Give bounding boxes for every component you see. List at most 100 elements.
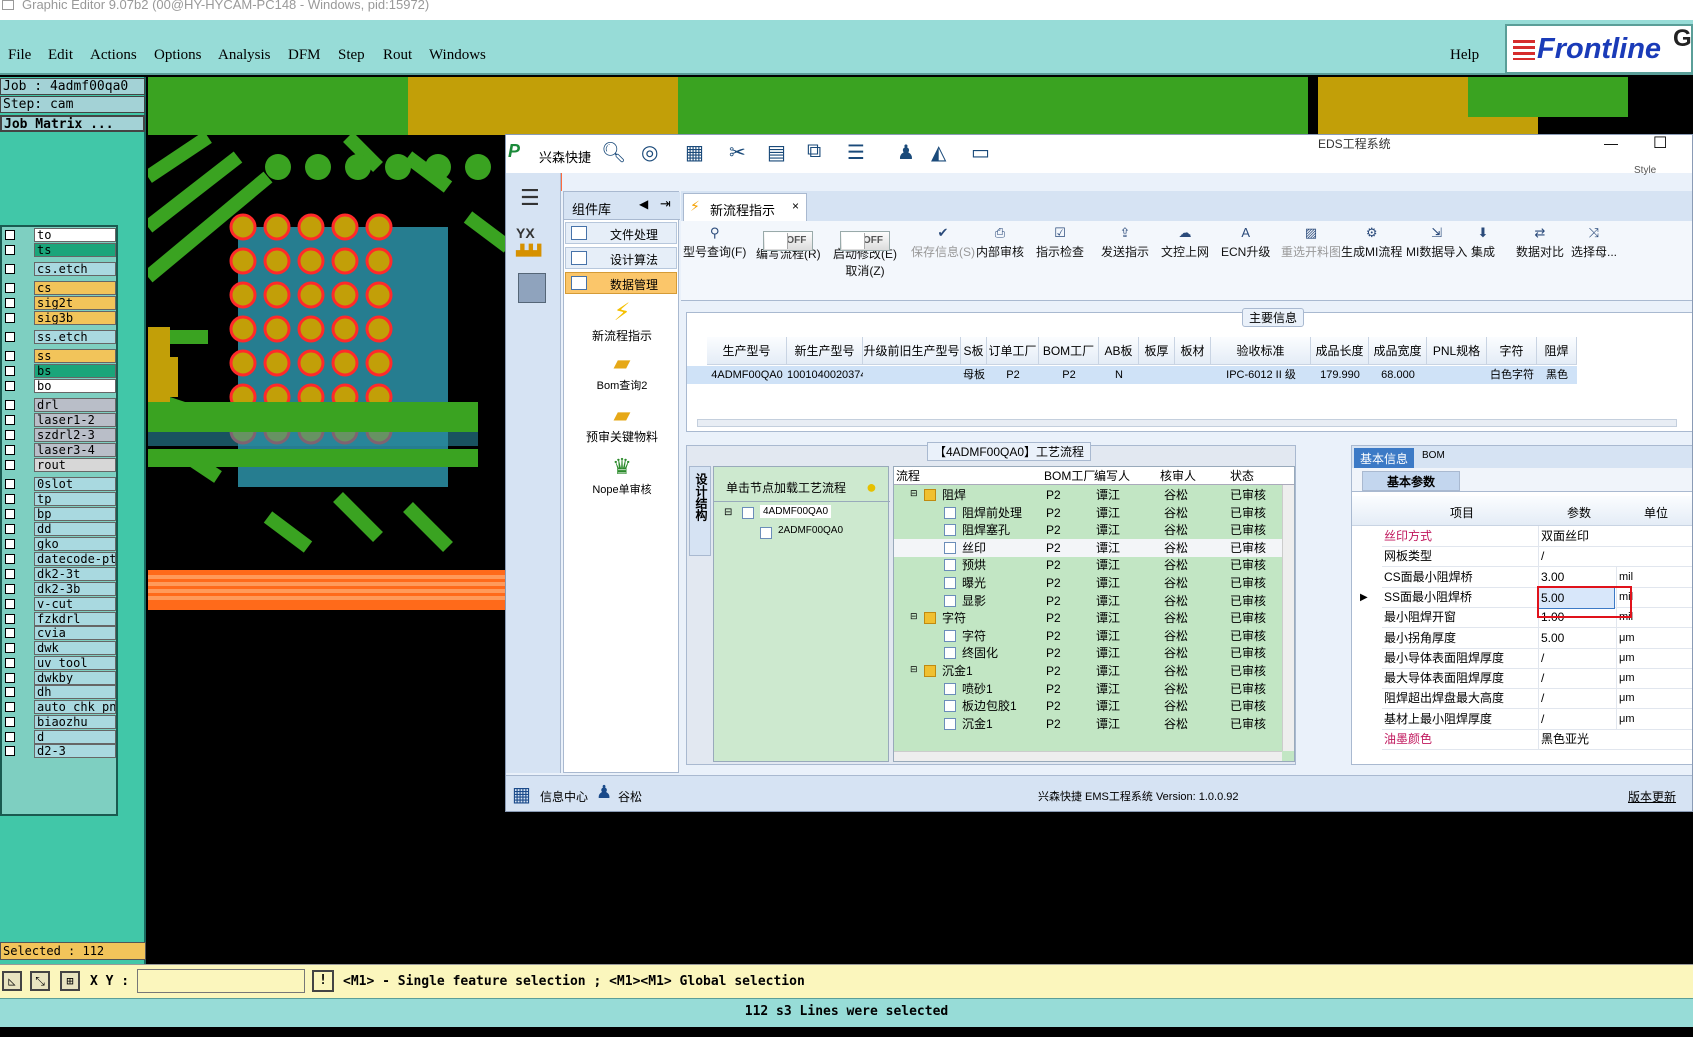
property-row[interactable]: 最大导体表面阻焊厚度 / μm: [1382, 668, 1692, 690]
column-header[interactable]: 成品长度: [1311, 337, 1369, 365]
layer-checkbox[interactable]: [5, 313, 15, 323]
layer-checkbox[interactable]: [5, 264, 15, 274]
layer-row[interactable]: sig3b: [2, 310, 118, 326]
flow-row[interactable]: 板边包胶1 P2 谭江 谷松 已审核: [894, 697, 1282, 715]
layer-checkbox[interactable]: [5, 628, 15, 638]
layer-row[interactable]: gko: [2, 536, 118, 552]
layer-checkbox[interactable]: [5, 599, 15, 609]
layer-name[interactable]: dwkby: [34, 671, 116, 685]
toggle-switch[interactable]: OFF: [763, 231, 814, 251]
layer-name[interactable]: dd: [34, 522, 116, 536]
column-header[interactable]: 订单工厂: [987, 337, 1039, 365]
column-header[interactable]: 板材: [1175, 337, 1211, 365]
menu-actions[interactable]: Actions: [90, 47, 137, 64]
vertical-scrollbar[interactable]: [1282, 485, 1294, 751]
property-row[interactable]: 阻焊超出焊盘最大高度 / μm: [1382, 688, 1692, 710]
table-cell[interactable]: 10010400203745: [787, 366, 863, 384]
group-data-management[interactable]: 数据管理: [565, 272, 677, 294]
property-value[interactable]: /: [1538, 668, 1615, 689]
window-icon[interactable]: ▭: [971, 140, 990, 165]
expand-icon[interactable]: ⊟: [724, 507, 732, 518]
property-row[interactable]: CS面最小阻焊桥 3.00 mil: [1382, 566, 1692, 588]
job-matrix-button[interactable]: Job Matrix ...: [0, 115, 145, 132]
layer-row[interactable]: d2-3: [2, 743, 118, 759]
maximize-button[interactable]: ☐: [1653, 135, 1667, 153]
chart-icon[interactable]: ◭: [931, 140, 946, 165]
minimize-button[interactable]: —: [1604, 135, 1618, 151]
expand-icon[interactable]: ⊟: [910, 664, 918, 675]
column-header[interactable]: 验收标准: [1211, 337, 1311, 365]
horizontal-scrollbar[interactable]: [894, 751, 1282, 761]
column-header[interactable]: S板: [961, 337, 987, 365]
layer-row[interactable]: uv_tool: [2, 655, 118, 671]
layer-checkbox[interactable]: [5, 732, 15, 742]
layer-checkbox[interactable]: [5, 430, 15, 440]
film-icon[interactable]: ▤: [767, 140, 786, 165]
layer-row[interactable]: cs: [2, 280, 118, 296]
table-cell[interactable]: 68.000: [1369, 366, 1427, 384]
toolbar-button-13[interactable]: ⇄ 数据对比: [1516, 225, 1564, 260]
tab-new-flow[interactable]: ⚡ 新流程指示 ×: [683, 193, 807, 221]
layer-name[interactable]: auto_chk_pn: [34, 700, 116, 714]
menu-dfm[interactable]: DFM: [288, 47, 321, 64]
menu-options[interactable]: Options: [154, 47, 202, 64]
layer-checkbox[interactable]: [5, 584, 15, 594]
layer-checkbox[interactable]: [5, 460, 15, 470]
toolbar-button-7[interactable]: ☁ 文控上网: [1161, 225, 1209, 260]
layer-checkbox[interactable]: [5, 351, 15, 361]
hamburger-icon[interactable]: ☰: [520, 185, 540, 211]
layer-row[interactable]: 0slot: [2, 476, 118, 492]
user-icon[interactable]: ♟: [897, 140, 915, 165]
table-cell[interactable]: N: [1099, 366, 1139, 384]
layer-checkbox[interactable]: [5, 539, 15, 549]
layer-name[interactable]: d2-3: [34, 744, 116, 758]
search-icon[interactable]: 🔍︎: [601, 140, 626, 165]
column-header[interactable]: 升级前旧生产型号: [863, 337, 961, 365]
layer-name[interactable]: biaozhu: [34, 715, 116, 729]
property-value[interactable]: /: [1538, 647, 1615, 668]
table-cell[interactable]: 母板: [961, 366, 987, 384]
flow-row[interactable]: 预烘 P2 谭江 谷松 已审核: [894, 556, 1282, 574]
layer-checkbox[interactable]: [5, 524, 15, 534]
property-value[interactable]: /: [1538, 688, 1615, 709]
property-value[interactable]: 3.00: [1538, 566, 1615, 587]
property-row[interactable]: 网板类型 /: [1382, 546, 1692, 568]
tree-node-root[interactable]: 4ADMF00QA0: [760, 505, 832, 518]
layer-row[interactable]: dk2-3b: [2, 581, 118, 597]
layer-checkbox[interactable]: [5, 554, 15, 564]
layer-name[interactable]: drl: [34, 398, 116, 412]
property-value[interactable]: /: [1538, 708, 1615, 729]
table-cell[interactable]: 黑色: [1537, 366, 1577, 384]
table-cell[interactable]: 白色字符: [1487, 366, 1537, 384]
layer-name[interactable]: dh: [34, 685, 116, 699]
toolbar-button-12[interactable]: ⬇ 集成: [1471, 225, 1495, 260]
column-header[interactable]: BOM工厂: [1039, 337, 1099, 365]
column-header[interactable]: 新生产型号: [787, 337, 863, 365]
property-value[interactable]: 5.00: [1538, 627, 1615, 648]
layer-checkbox[interactable]: [5, 400, 15, 410]
tree-node-child[interactable]: 2ADMF00QA0: [778, 525, 843, 536]
menu-step[interactable]: Step: [338, 47, 365, 64]
comp-new-flow[interactable]: ⚡ 新流程指示: [564, 298, 680, 348]
update-link[interactable]: 版本更新: [1628, 788, 1676, 805]
layer-checkbox[interactable]: [5, 746, 15, 756]
layer-row[interactable]: ss.etch: [2, 329, 118, 345]
column-header[interactable]: AB板: [1099, 337, 1139, 365]
layer-checkbox[interactable]: [5, 332, 15, 342]
layer-row[interactable]: biaozhu: [2, 714, 118, 730]
layer-row[interactable]: auto_chk_pn: [2, 699, 118, 715]
layer-name[interactable]: v-cut: [34, 597, 116, 611]
toolbar-button-9[interactable]: ▨ 重选开料图: [1281, 225, 1341, 260]
layer-row[interactable]: datecode-ptc: [2, 551, 118, 567]
layer-checkbox[interactable]: [5, 509, 15, 519]
menu-analysis[interactable]: Analysis: [218, 47, 271, 64]
table-cell[interactable]: [1427, 366, 1487, 384]
layer-name[interactable]: datecode-ptc: [34, 552, 116, 566]
layer-name[interactable]: rout: [34, 458, 116, 472]
flow-column-header[interactable]: 编写人: [1094, 467, 1130, 485]
layer-row[interactable]: v-cut: [2, 596, 118, 612]
flow-column-header[interactable]: 流程: [896, 467, 920, 485]
property-value[interactable]: 双面丝印: [1538, 526, 1615, 546]
layer-checkbox[interactable]: [5, 643, 15, 653]
layer-name[interactable]: ts: [34, 243, 116, 257]
